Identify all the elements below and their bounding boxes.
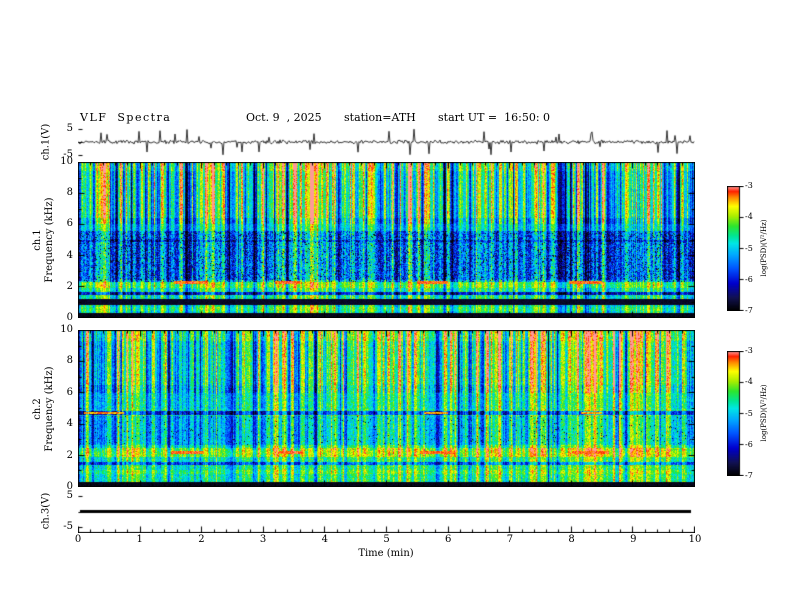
x-axis-title: Time (min) [358, 548, 414, 559]
ch1-wave-ytick-label: -5 [63, 148, 73, 160]
ch1-spec-ytick-label: 2 [66, 280, 73, 292]
x-tick-label: 4 [321, 534, 328, 545]
colorbar-ch2-canvas [727, 351, 744, 476]
ch2-spec-ytick-label: 4 [66, 418, 73, 430]
colorbar-ch2-tick-label: -6 [745, 439, 753, 449]
ch1-spec-ytick-label: 8 [66, 187, 73, 199]
colorbar-ch2-tick-label: -7 [745, 471, 753, 480]
ch1-spectrogram-ylabel-axis: Frequency (kHz) [44, 197, 55, 283]
figure-station: station=ATH [344, 111, 416, 124]
ch2-spectrogram-canvas [78, 330, 695, 487]
ch3-wave-ytick-label: -5 [63, 520, 73, 532]
ch1-spec-ytick-label: 0 [66, 312, 73, 323]
x-tick-label: 6 [445, 534, 452, 545]
ch2-spec-ytick-label: 6 [66, 386, 73, 398]
ch2-spec-ytick-label: 2 [66, 449, 73, 461]
ch1-spec-ytick-label: 6 [66, 218, 73, 230]
ch1-waveform-ylabel: ch.1(V) [40, 123, 52, 161]
colorbar-ch1-tick-label: -6 [745, 274, 753, 284]
ch2-spectrogram-ylabel: ch.2 Frequency (kHz) [32, 366, 56, 451]
colorbar-ch1-label: log(PSD)(V²/Hz) [760, 219, 768, 277]
colorbar-ch1-tick-label: -7 [745, 306, 753, 315]
figure-date: Oct. 9 , 2025 [246, 111, 322, 124]
ch2-spectrogram-panel [78, 330, 695, 487]
ch2-spectrogram-ylabel-axis: Frequency (kHz) [44, 366, 55, 452]
ch1-spectrogram-canvas [78, 162, 695, 318]
colorbar-ch1-tick-label: -4 [745, 212, 753, 222]
colorbar-ch1-canvas [727, 186, 744, 311]
ch1-spectrogram-panel [78, 162, 695, 318]
colorbar-ch1 [727, 186, 744, 311]
vlf-spectra-figure: VLF Spectra Oct. 9 , 2025 station=ATH st… [0, 0, 792, 612]
x-tick-label: 8 [568, 534, 575, 545]
ch3-wave-ytick-label: 5 [66, 490, 73, 502]
x-tick-label: 2 [198, 534, 205, 545]
ch2-spectrogram-ylabel-channel: ch.2 [32, 398, 43, 420]
ch3-waveform-ylabel: ch.3(V) [40, 492, 52, 530]
colorbar-ch1-tick-label: -5 [745, 243, 753, 253]
ch1-wave-ytick-label: 5 [66, 123, 73, 135]
figure-title: VLF Spectra [80, 111, 172, 124]
ch3-waveform-canvas [78, 490, 695, 533]
x-tick-label: 7 [506, 534, 514, 545]
colorbar-ch2 [727, 351, 744, 476]
ch2-spec-ytick-label: 10 [60, 324, 73, 335]
ch1-spectrogram-ylabel: ch.1 Frequency (kHz) [32, 197, 56, 282]
x-tick-label: 10 [688, 534, 702, 545]
colorbar-ch2-label: log(PSD)(V²/Hz) [760, 384, 768, 442]
ch1-waveform-canvas [78, 124, 695, 160]
figure-start-ut: start UT = 16:50: 0 [438, 111, 551, 124]
ch3-waveform-panel [78, 490, 695, 533]
x-tick-label: 1 [136, 534, 143, 545]
x-tick-label: 5 [383, 534, 390, 545]
ch1-waveform-panel [78, 124, 695, 160]
colorbar-ch1-tick-label: -3 [745, 181, 753, 190]
ch1-spectrogram-ylabel-channel: ch.1 [32, 229, 43, 251]
colorbar-ch2-tick-label: -4 [745, 377, 753, 387]
colorbar-ch2-tick-label: -5 [745, 408, 753, 418]
ch2-spec-ytick-label: 8 [66, 355, 73, 367]
colorbar-ch2-tick-label: -3 [745, 346, 753, 355]
x-tick-label: 3 [259, 534, 267, 545]
x-tick-label: 9 [630, 534, 637, 545]
x-tick-label: 0 [74, 534, 82, 545]
ch1-spec-ytick-label: 4 [66, 249, 73, 261]
